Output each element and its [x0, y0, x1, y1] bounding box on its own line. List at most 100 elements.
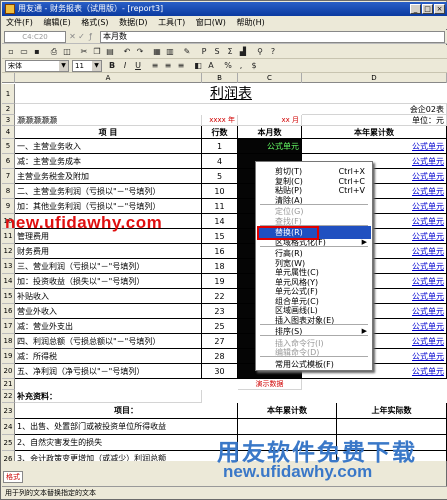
chart-icon[interactable]: ▟	[237, 46, 249, 58]
italic-icon[interactable]: I	[119, 60, 131, 72]
column-header[interactable]: D	[302, 73, 447, 83]
preview-icon[interactable]: ◫	[61, 46, 73, 58]
item-cell[interactable]: 一、主营业务收入	[15, 139, 202, 154]
format-painter-icon[interactable]: ✎	[181, 46, 193, 58]
row-header[interactable]: 2	[2, 104, 15, 115]
row-header[interactable]: 1	[2, 84, 15, 104]
supp-item-cell[interactable]: 3、会计政策变更增加（或减少）利润总额	[15, 451, 238, 461]
help-icon[interactable]: ?	[267, 46, 279, 58]
underline-icon[interactable]: U	[132, 60, 144, 72]
formula-input[interactable]: 本月数	[100, 31, 445, 43]
font-select[interactable]: 宋体 ▼	[5, 60, 69, 72]
row-header[interactable]: 18	[2, 334, 15, 349]
cell-reference[interactable]: C4:C20	[4, 31, 66, 43]
row-header[interactable]: 23	[2, 403, 15, 419]
item-cell[interactable]: 二、主营业务利润（亏损以"－"号填列）	[15, 184, 202, 199]
row-header[interactable]: 20	[2, 364, 15, 379]
confirm-icon[interactable]: ✓	[77, 31, 86, 42]
row-header[interactable]: 12	[2, 244, 15, 259]
row-header[interactable]: 13	[2, 259, 15, 274]
new-icon[interactable]: ▫	[5, 46, 17, 58]
percent-icon[interactable]: %	[222, 60, 234, 72]
row-number-cell[interactable]: 10	[202, 184, 238, 199]
redo-icon[interactable]: ↷	[134, 46, 146, 58]
sheet-tab[interactable]: 格式	[3, 471, 23, 483]
close-button[interactable]: ×	[434, 4, 445, 14]
item-cell[interactable]: 补贴收入	[15, 289, 202, 304]
size-select[interactable]: 11 ▼	[72, 60, 102, 72]
cancel-icon[interactable]: ✕	[68, 31, 77, 42]
row-header[interactable]: 22	[2, 390, 15, 403]
row-header[interactable]: 24	[2, 419, 15, 435]
corner-cell[interactable]	[2, 73, 15, 83]
font-color-icon[interactable]: A	[205, 60, 217, 72]
menu-help[interactable]: 帮助(H)	[232, 16, 268, 29]
item-cell[interactable]: 主营业务税金及附加	[15, 169, 202, 184]
row-number-cell[interactable]: 28	[202, 349, 238, 364]
row-header[interactable]: 9	[2, 199, 15, 214]
row-header[interactable]: 16	[2, 304, 15, 319]
align-right-icon[interactable]: ≡	[175, 60, 187, 72]
row-header[interactable]: 7	[2, 169, 15, 184]
undo-icon[interactable]: ↶	[121, 46, 133, 58]
zoom-icon[interactable]: ⚲	[254, 46, 266, 58]
item-cell[interactable]: 四、利润总额（亏损总额以"－"号填列）	[15, 334, 202, 349]
row-header[interactable]: 26	[2, 451, 15, 461]
row-header[interactable]: 25	[2, 435, 15, 451]
row-header[interactable]: 4	[2, 126, 15, 139]
item-cell[interactable]: 减：所得税	[15, 349, 202, 364]
print-icon[interactable]: ⎙	[48, 46, 60, 58]
row-header[interactable]: 5	[2, 139, 15, 154]
item-cell[interactable]: 营业外收入	[15, 304, 202, 319]
menu-tools[interactable]: 工具(T)	[154, 16, 189, 29]
menu-file[interactable]: 文件(F)	[2, 16, 37, 29]
row-number-cell[interactable]: 14	[202, 214, 238, 229]
column-header[interactable]: A	[15, 73, 202, 83]
row-header[interactable]: 3	[2, 115, 15, 126]
row-number-cell[interactable]: 23	[202, 304, 238, 319]
thousands-icon[interactable]: ,	[235, 60, 247, 72]
row-header[interactable]: 15	[2, 289, 15, 304]
row-number-cell[interactable]: 11	[202, 199, 238, 214]
bold-icon[interactable]: B	[106, 60, 118, 72]
align-center-icon[interactable]: ≡	[162, 60, 174, 72]
context-menu-item[interactable]: 常用公式模板(F)	[257, 358, 371, 371]
sigma-icon[interactable]: Σ	[224, 46, 236, 58]
fill-color-icon[interactable]: ◧	[192, 60, 204, 72]
open-icon[interactable]: ▭	[18, 46, 30, 58]
column-header[interactable]: B	[202, 73, 238, 83]
row-number-cell[interactable]: 5	[202, 169, 238, 184]
ytd-formula-cell[interactable]: 公式单元	[302, 139, 447, 154]
row-number-cell[interactable]: 22	[202, 289, 238, 304]
minimize-button[interactable]: _	[410, 4, 421, 14]
save-icon[interactable]: ▪	[31, 46, 43, 58]
row-number-cell[interactable]: 1	[202, 139, 238, 154]
align-left-icon[interactable]: ≡	[149, 60, 161, 72]
row-number-cell[interactable]: 25	[202, 319, 238, 334]
row-number-cell[interactable]: 27	[202, 334, 238, 349]
this-month-cell[interactable]: 公式单元	[238, 139, 302, 154]
row-number-cell[interactable]: 18	[202, 259, 238, 274]
row-header[interactable]: 14	[2, 274, 15, 289]
s-icon[interactable]: S	[211, 46, 223, 58]
item-cell[interactable]: 财务费用	[15, 244, 202, 259]
row-header[interactable]: 8	[2, 184, 15, 199]
item-cell[interactable]: 加：投资收益（损失以"－"号填列）	[15, 274, 202, 289]
cut-icon[interactable]: ✂	[78, 46, 90, 58]
maximize-button[interactable]: □	[422, 4, 433, 14]
supp-item-cell[interactable]: 1、出售、处置部门或被投资单位所得收益	[15, 419, 238, 435]
item-cell[interactable]: 加：其他业务利润（亏损以"－"号填列）	[15, 199, 202, 214]
grid-icon[interactable]: ▦	[151, 46, 163, 58]
function-icon[interactable]: ƒ	[86, 31, 95, 42]
item-cell[interactable]: 减：主营业务成本	[15, 154, 202, 169]
currency-icon[interactable]: $	[248, 60, 260, 72]
row-header[interactable]: 21	[2, 379, 15, 390]
row-header[interactable]: 19	[2, 349, 15, 364]
row-number-cell[interactable]: 30	[202, 364, 238, 379]
item-cell[interactable]: 减：营业外支出	[15, 319, 202, 334]
row-number-cell[interactable]: 4	[202, 154, 238, 169]
item-cell[interactable]: 五、净利润（净亏损以"－"号填列）	[15, 364, 202, 379]
paste-icon[interactable]: ▤	[104, 46, 116, 58]
supp-item-cell[interactable]: 2、自然灾害发生的损失	[15, 435, 238, 451]
menu-data[interactable]: 数据(D)	[115, 16, 151, 29]
